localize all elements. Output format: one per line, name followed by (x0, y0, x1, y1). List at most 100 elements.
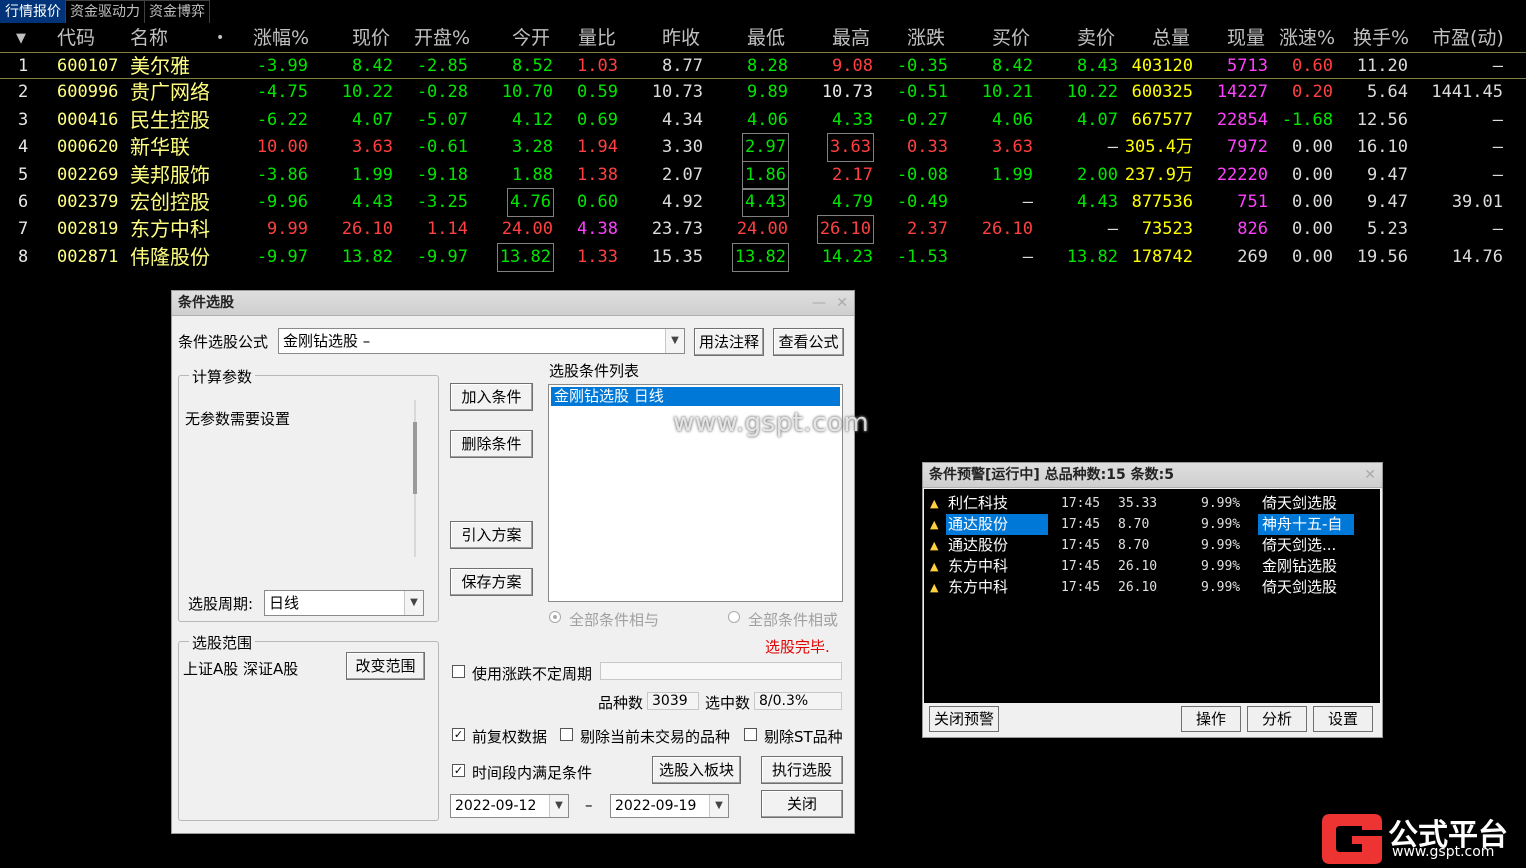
col-chg-pct[interactable]: 涨幅% (253, 25, 309, 52)
exclude-untraded-label: 剔除当前未交易的品种 (580, 728, 731, 746)
params-scrollbar[interactable] (413, 400, 417, 557)
save-plan-button[interactable]: 保存方案 (450, 568, 533, 596)
table-row[interactable]: 1 600107 美尔雅 -3.99 8.42 -2.85 8.52 1.03 8.77 8.28… (0, 52, 1526, 80)
quote-table-body: 1 600107 美尔雅 -3.99 8.42 -2.85 8.52 1.03 8.77 8.28… (0, 52, 1526, 272)
settings-button[interactable]: 设置 (1313, 706, 1373, 732)
table-row[interactable]: 7 002819 东方中科 9.99 26.10 1.14 24.00 4.38 23.73 24… (0, 215, 1526, 245)
cell-turnover: 5.64 (1367, 82, 1408, 103)
logo-url: www.gspt.com (1392, 844, 1495, 860)
chevron-down-icon[interactable]: ▼ (665, 329, 684, 353)
radio-all-or[interactable] (728, 611, 740, 623)
table-row[interactable]: 5 002269 美邦服饰 -3.86 1.99 -9.18 1.88 1.38 2.07 1.8… (0, 160, 1526, 190)
table-row[interactable]: 2 600996 贵广网络 -4.75 10.22 -0.28 10.70 0.59 10.73… (0, 79, 1526, 106)
alert-formula: 倚天剑选... (1262, 536, 1337, 554)
alert-name: 东方中科 (948, 578, 1009, 596)
cell-stock-code: 002871 (57, 246, 119, 267)
condition-alert-window: 条件预警[运行中] 总品种数:15 条数:5 ✕ ▲ 利仁科技 17:45 35.33… (922, 462, 1383, 738)
period-select[interactable]: 日线 ▼ (264, 590, 424, 616)
close-icon[interactable]: ✕ (1364, 463, 1376, 487)
adjusted-data-checkbox[interactable]: ✓ (452, 728, 465, 741)
view-formula-button[interactable]: 查看公式 (773, 328, 844, 356)
alert-row[interactable]: ▲ 东方中科 17:45 26.10 9.99% 金刚钻选股 (924, 556, 1380, 577)
cell-open-pct: -9.97 (416, 246, 468, 267)
col-high[interactable]: 最高 (832, 25, 870, 52)
cell-ask: – (1107, 219, 1118, 240)
add-to-block-button[interactable]: 选股入板块 (652, 756, 741, 784)
col-low[interactable]: 最低 (747, 25, 785, 52)
col-pe[interactable]: 市盈(动) (1432, 25, 1504, 52)
exclude-untraded-checkbox[interactable] (560, 728, 573, 741)
cell-stock-code: 600107 (57, 56, 119, 76)
cell-prev-close: 3.30 (662, 137, 703, 158)
change-range-button[interactable]: 改变范围 (346, 652, 425, 680)
alert-row[interactable]: ▲ 通达股份 17:45 8.70 9.99% 神舟十五-自 (924, 514, 1380, 535)
table-row[interactable]: 8 002871 伟隆股份 -9.97 13.82 -9.97 13.82 1.33 15.35… (0, 242, 1526, 272)
cell-ask: – (1107, 137, 1118, 158)
col-turnover[interactable]: 换手% (1353, 25, 1409, 52)
cell-volume: 667577 (1131, 109, 1193, 130)
col-name[interactable]: 名称 (130, 25, 168, 52)
cell-pe: – (1492, 137, 1503, 158)
col-prev-close[interactable]: 昨收 (662, 25, 700, 52)
col-ask[interactable]: 卖价 (1077, 25, 1115, 52)
cell-row-number: 6 (18, 191, 29, 212)
cell-bid: 8.42 (992, 56, 1033, 76)
add-condition-button[interactable]: 加入条件 (450, 383, 533, 411)
cell-stock-name: 民生控股 (130, 107, 210, 132)
minimize-icon[interactable]: — (812, 291, 826, 315)
date-to-field[interactable]: 2022-09-19 ▼ (610, 794, 729, 818)
tab-fund-drive[interactable]: 资金驱动力 (65, 0, 145, 23)
close-dialog-button[interactable]: 关闭 (761, 790, 843, 818)
col-open-pct[interactable]: 开盘% (414, 25, 470, 52)
date-from-field[interactable]: 2022-09-12 ▼ (450, 794, 569, 818)
alert-list[interactable]: ▲ 利仁科技 17:45 35.33 9.99% 倚天剑选股 ▲ 通达股份 17:45 8.70 9… (924, 489, 1380, 703)
sort-toggle-icon[interactable]: ▼ (16, 25, 26, 52)
var-period-label: 使用涨跌不定周期 (472, 665, 593, 683)
condition-list-item[interactable]: 金刚钻选股 日线 (551, 387, 840, 406)
cell-prev-close: 15.35 (651, 246, 703, 267)
col-vol-ratio[interactable]: 量比 (578, 25, 616, 52)
exclude-st-checkbox[interactable] (744, 728, 757, 741)
alert-pct: 9.99% (1201, 580, 1241, 595)
cell-stock-name: 伟隆股份 (130, 244, 210, 269)
chevron-down-icon[interactable]: ▼ (709, 795, 728, 817)
operate-button[interactable]: 操作 (1181, 706, 1241, 732)
alert-name: 通达股份 (948, 515, 1009, 533)
col-cur-vol[interactable]: 现量 (1227, 25, 1265, 52)
cell-ask: 13.82 (1066, 246, 1118, 267)
tab-quote[interactable]: 行情报价 (0, 0, 66, 23)
alert-row[interactable]: ▲ 利仁科技 17:45 35.33 9.99% 倚天剑选股 (924, 493, 1380, 514)
time-range-checkbox[interactable]: ✓ (452, 764, 465, 777)
table-row[interactable]: 6 002379 宏创控股 -9.96 4.43 -3.25 4.76 0.60 4.92 4.4… (0, 187, 1526, 217)
col-speed[interactable]: 涨速% (1279, 25, 1335, 52)
alert-row[interactable]: ▲ 东方中科 17:45 26.10 9.99% 倚天剑选股 (924, 577, 1380, 598)
analyze-button[interactable]: 分析 (1247, 706, 1307, 732)
radio-all-and[interactable] (549, 611, 561, 623)
alert-time: 17:45 (1061, 496, 1101, 511)
chevron-down-icon[interactable]: ▼ (404, 591, 423, 615)
delete-condition-button[interactable]: 删除条件 (450, 430, 533, 458)
close-icon[interactable]: ✕ (836, 291, 848, 315)
col-open[interactable]: 今开 (512, 25, 550, 52)
table-row[interactable]: 4 000620 新华联 10.00 3.63 -0.61 3.28 1.94 3.30 2.97… (0, 133, 1526, 163)
usage-notes-button[interactable]: 用法注释 (694, 328, 764, 356)
alert-price: 35.33 (1118, 496, 1158, 511)
table-row[interactable]: 3 000416 民生控股 -6.22 4.07 -5.07 4.12 0.69 4.34 4.0… (0, 107, 1526, 134)
col-price[interactable]: 现价 (352, 25, 390, 52)
col-code[interactable]: 代码 (57, 25, 95, 52)
close-alert-button[interactable]: 关闭预警 (929, 706, 999, 732)
cell-chg-pct: -9.96 (256, 191, 308, 212)
cell-stock-name: 美邦服饰 (130, 162, 210, 187)
selected-label: 选中数 (705, 694, 751, 712)
chevron-down-icon[interactable]: ▼ (549, 795, 568, 817)
tab-fund-game[interactable]: 资金博弈 (144, 0, 210, 23)
alert-row[interactable]: ▲ 通达股份 17:45 8.70 9.99% 倚天剑选... (924, 535, 1380, 556)
col-volume[interactable]: 总量 (1152, 25, 1190, 52)
var-period-checkbox[interactable] (452, 665, 465, 678)
cell-chg-pct: -6.22 (256, 109, 308, 130)
run-screener-button[interactable]: 执行选股 (761, 756, 843, 784)
col-bid[interactable]: 买价 (992, 25, 1030, 52)
col-change[interactable]: 涨跌 (907, 25, 945, 52)
import-plan-button[interactable]: 引入方案 (450, 521, 533, 549)
formula-select[interactable]: 金刚钻选股 – ▼ (278, 328, 685, 354)
